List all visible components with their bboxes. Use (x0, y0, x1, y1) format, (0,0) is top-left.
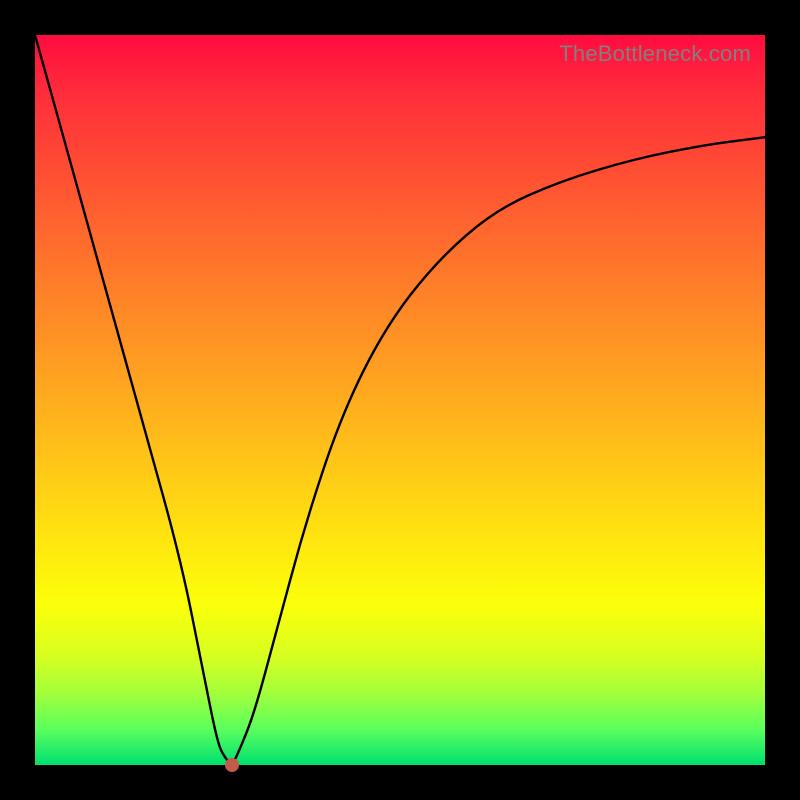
chart-frame: TheBottleneck.com (0, 0, 800, 800)
optimum-marker (225, 758, 239, 772)
curve-path (35, 35, 765, 763)
bottleneck-curve (35, 35, 765, 765)
plot-area: TheBottleneck.com (35, 35, 765, 765)
